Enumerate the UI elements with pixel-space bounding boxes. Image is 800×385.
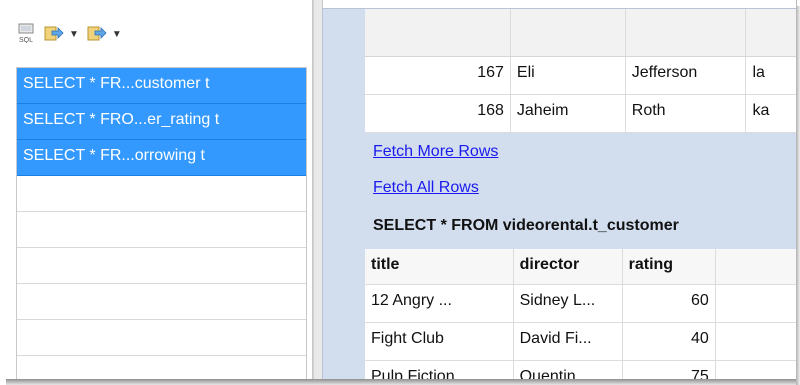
cell-extra[interactable]: la: [746, 57, 796, 94]
empty-row: [17, 284, 306, 320]
query-history-list: SELECT * FR...customer t SELECT * FRO...…: [16, 67, 307, 379]
cell-rating[interactable]: 60: [623, 285, 716, 322]
cell-director[interactable]: David Fi...: [514, 323, 623, 360]
table-row[interactable]: Pulp Fiction Quentin ... 75: [365, 361, 796, 379]
query-title: SELECT * FROM videorental.t_customer: [373, 217, 679, 234]
cell-title[interactable]: Fight Club: [365, 323, 514, 360]
column-header-empty: [715, 249, 796, 284]
results-panel: 167 Eli Jefferson la 168 Jaheim Roth ka …: [322, 8, 796, 379]
window-shadow: [796, 6, 800, 385]
cell-last-name[interactable]: Jefferson: [626, 57, 747, 94]
export-button[interactable]: ▼: [44, 24, 79, 47]
cell-director[interactable]: Sidney L...: [514, 285, 623, 322]
cell-extra[interactable]: ka: [746, 95, 796, 132]
sql-editor-icon[interactable]: SQL: [18, 23, 36, 48]
cell-first-name[interactable]: Jaheim: [511, 95, 626, 132]
chevron-down-icon[interactable]: ▼: [69, 30, 79, 40]
history-item[interactable]: SELECT * FR...orrowing t: [17, 140, 306, 176]
grid-header-row: title director rating: [365, 249, 796, 285]
fetch-more-rows-link[interactable]: Fetch More Rows: [373, 143, 498, 161]
history-item-label: SELECT * FRO...er_rating t: [23, 111, 220, 128]
fetch-all-rows-link[interactable]: Fetch All Rows: [373, 179, 479, 197]
column-header: [365, 9, 511, 56]
empty-row: [17, 212, 306, 248]
grid-header-row: [365, 9, 796, 57]
column-header-title[interactable]: title: [365, 249, 514, 284]
table-row[interactable]: Fight Club David Fi... 40: [365, 323, 796, 361]
cell-empty: [716, 361, 796, 379]
app-window: SQL ▼ ▼ SELECT * FR...customer t SELECT …: [0, 0, 797, 379]
result-grid-1: 167 Eli Jefferson la 168 Jaheim Roth ka: [365, 9, 796, 133]
column-header: [746, 9, 796, 56]
history-item[interactable]: SELECT * FR...customer t: [17, 68, 306, 104]
cell-empty: [716, 285, 796, 322]
table-row[interactable]: 167 Eli Jefferson la: [365, 57, 796, 95]
column-header: [626, 9, 747, 56]
export-icon: [44, 24, 64, 47]
empty-row: [17, 320, 306, 356]
chevron-down-icon[interactable]: ▼: [112, 30, 122, 40]
cell-title[interactable]: 12 Angry ...: [365, 285, 514, 322]
export-icon: [87, 24, 107, 47]
empty-row: [17, 176, 306, 212]
column-header-rating[interactable]: rating: [622, 249, 716, 284]
cell-director[interactable]: Quentin ...: [514, 361, 623, 379]
column-header-director[interactable]: director: [513, 249, 623, 284]
history-panel: SQL ▼ ▼ SELECT * FR...customer t SELECT …: [0, 0, 313, 379]
cell-title[interactable]: Pulp Fiction: [365, 361, 514, 379]
cell-rating[interactable]: 75: [623, 361, 716, 379]
table-row[interactable]: 168 Jaheim Roth ka: [365, 95, 796, 133]
window-shadow: [6, 379, 800, 385]
export-button-2[interactable]: ▼: [87, 24, 122, 47]
cell-id[interactable]: 168: [365, 95, 511, 132]
svg-text:SQL: SQL: [19, 37, 33, 43]
cell-id[interactable]: 167: [365, 57, 511, 94]
empty-row: [17, 248, 306, 284]
history-item-label: SELECT * FR...customer t: [23, 75, 210, 92]
result-grid-2: title director rating 12 Angry ... Sidne…: [365, 249, 796, 379]
cell-last-name[interactable]: Roth: [626, 95, 747, 132]
column-header: [511, 9, 626, 56]
cell-first-name[interactable]: Eli: [511, 57, 626, 94]
history-item[interactable]: SELECT * FRO...er_rating t: [17, 104, 306, 140]
history-item-label: SELECT * FR...orrowing t: [23, 147, 205, 164]
history-toolbar: SQL ▼ ▼: [18, 20, 122, 50]
table-row[interactable]: 12 Angry ... Sidney L... 60: [365, 285, 796, 323]
cell-rating[interactable]: 40: [623, 323, 716, 360]
cell-empty: [716, 323, 796, 360]
